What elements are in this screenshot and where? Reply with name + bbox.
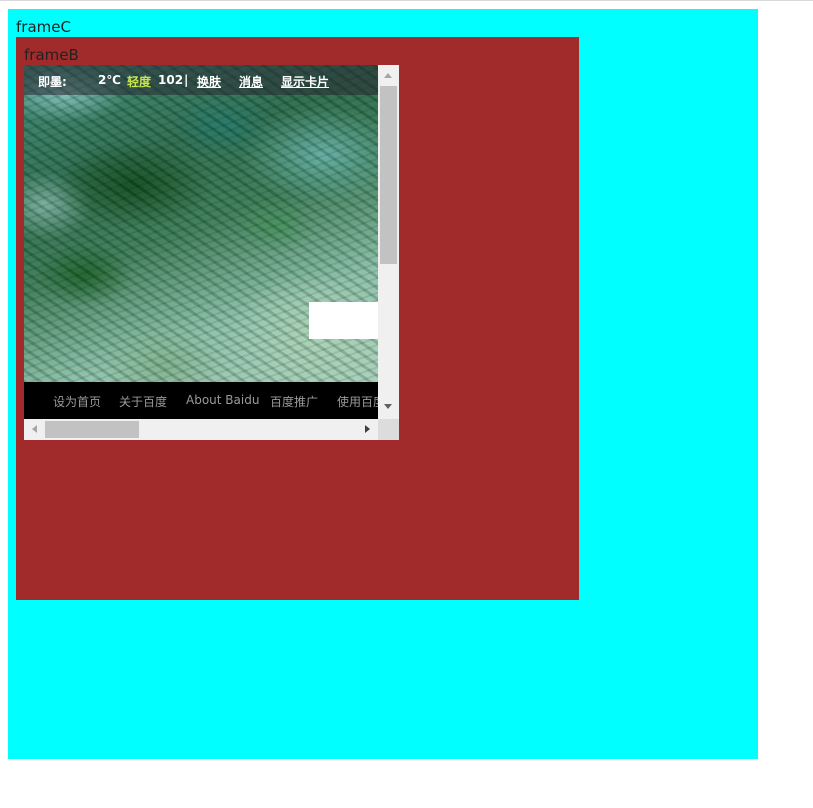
aqi-value: 102 — [158, 73, 184, 87]
show-cards-link[interactable]: 显示卡片 — [281, 73, 329, 90]
frame-b-label: frameB — [24, 46, 79, 64]
scroll-right-arrow-icon[interactable] — [365, 425, 370, 433]
footer-link-baidu-promotion[interactable]: 百度推广 — [270, 393, 318, 410]
footer-link-set-homepage[interactable]: 设为首页 — [53, 393, 101, 410]
weather-city: 即墨: — [38, 75, 67, 89]
footer-link-about-baidu-cn[interactable]: 关于百度 — [119, 393, 167, 410]
messages-link[interactable]: 消息 — [239, 73, 263, 90]
air-quality-level[interactable]: 轻度 — [127, 73, 151, 90]
baidu-iframe[interactable]: 即墨: 2℃ 轻度 102 | 换肤 消息 显示卡片 设为首页 关于百度 Abo… — [24, 65, 399, 440]
horizontal-scroll-thumb[interactable] — [45, 421, 139, 438]
footer-link-about-baidu[interactable]: About Baidu — [186, 393, 259, 407]
weather-temperature: 2℃ — [98, 73, 121, 87]
footer-links-bar: 设为首页 关于百度 About Baidu 百度推广 使用百度 — [24, 382, 378, 419]
horizontal-scrollbar[interactable] — [24, 419, 378, 440]
skin-link[interactable]: 换肤 — [197, 73, 221, 90]
frame-c-label: frameC — [16, 18, 71, 36]
scroll-down-arrow-icon[interactable] — [384, 404, 392, 409]
top-divider — [0, 0, 813, 1]
iframe-viewport: 即墨: 2℃ 轻度 102 | 换肤 消息 显示卡片 设为首页 关于百度 Abo… — [24, 65, 378, 419]
weather-top-bar: 即墨: 2℃ 轻度 102 | 换肤 消息 显示卡片 — [24, 65, 378, 95]
scrollbar-corner — [378, 419, 399, 440]
frame-c: frameC frameB 即墨: 2℃ 轻度 102 | 换肤 消息 显示卡片 — [8, 9, 758, 759]
frame-b: frameB 即墨: 2℃ 轻度 102 | 换肤 消息 显示卡片 设为首页 关… — [16, 37, 579, 600]
vertical-scrollbar[interactable] — [378, 65, 399, 419]
footer-link-use-baidu[interactable]: 使用百度 — [337, 393, 378, 410]
vertical-scroll-thumb[interactable] — [380, 86, 397, 264]
top-bar-separator: | — [184, 73, 189, 87]
search-button-fragment[interactable] — [309, 302, 378, 339]
scroll-up-arrow-icon[interactable] — [384, 73, 392, 78]
scroll-left-arrow-icon[interactable] — [32, 425, 37, 433]
